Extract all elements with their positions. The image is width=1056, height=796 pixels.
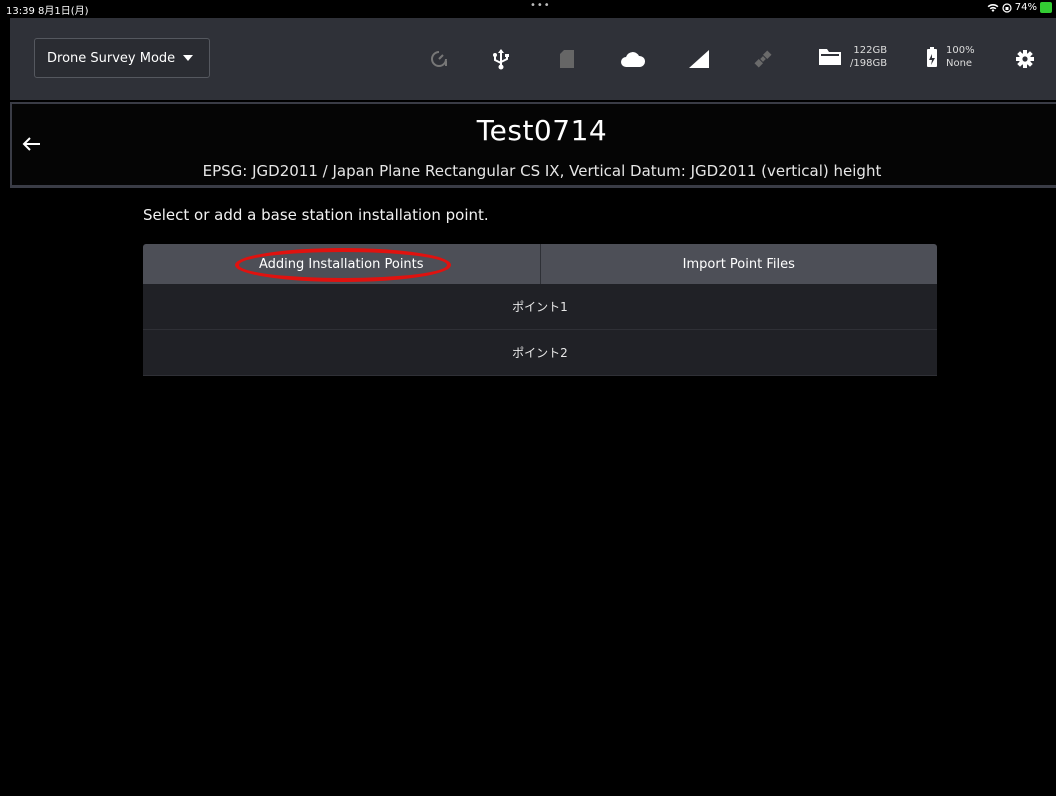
coordinate-system-info: EPSG: JGD2011 / Japan Plane Rectangular … [202,162,882,180]
storage-indicator: 122GB /198GB [818,44,887,70]
instruction-text: Select or add a base station installatio… [143,206,489,224]
project-header: Test0714 EPSG: JGD2011 / Japan Plane Rec… [10,102,1056,188]
gear-icon[interactable] [1008,42,1042,76]
signal-icon[interactable] [682,42,716,76]
installation-point-list: ポイント1 ポイント2 [143,284,937,376]
highlight-annotation [235,248,451,282]
point-label: ポイント2 [512,346,568,360]
orientation-lock-icon [1002,2,1012,13]
chevron-down-icon [183,55,194,61]
status-right: 74% [987,2,1052,13]
satellite-icon[interactable] [746,42,780,76]
page-title: Test0714 [476,114,608,147]
app-toolbar: Drone Survey Mode 122GB /198GB 100% None [10,18,1056,100]
drone-battery-indicator: 100% None [926,44,975,70]
battery-icon [927,47,937,67]
battery-charging-icon [1040,2,1052,13]
storage-total: /198GB [850,58,888,69]
add-installation-points-button[interactable]: Adding Installation Points [143,244,541,284]
battery-percent: 74% [1014,2,1037,13]
mode-dropdown[interactable]: Drone Survey Mode [34,38,210,78]
status-time: 13:39 8月1日(月) [6,6,89,17]
cloud-icon[interactable] [616,42,650,76]
multitasking-dots[interactable]: ••• [530,0,551,11]
timer-icon[interactable] [422,42,456,76]
storage-used: 122GB [853,45,888,56]
battery-level: 100% [946,45,975,56]
mode-dropdown-label: Drone Survey Mode [47,50,176,66]
battery-status: None [946,58,973,69]
point-action-tabs: Adding Installation Points Import Point … [143,244,937,284]
folder-icon [819,49,841,65]
wifi-icon [987,3,999,12]
status-bar: 13:39 8月1日(月) ••• 74% [0,0,1056,17]
import-point-files-button[interactable]: Import Point Files [540,244,937,284]
list-item[interactable]: ポイント1 [143,284,937,330]
point-label: ポイント1 [512,300,568,314]
app-screen: 13:39 8月1日(月) ••• 74% Drone Survey Mode [0,0,1056,796]
sd-card-icon[interactable] [550,42,584,76]
import-point-files-label: Import Point Files [682,256,795,272]
usb-icon[interactable] [484,42,518,76]
list-item[interactable]: ポイント2 [143,330,937,376]
